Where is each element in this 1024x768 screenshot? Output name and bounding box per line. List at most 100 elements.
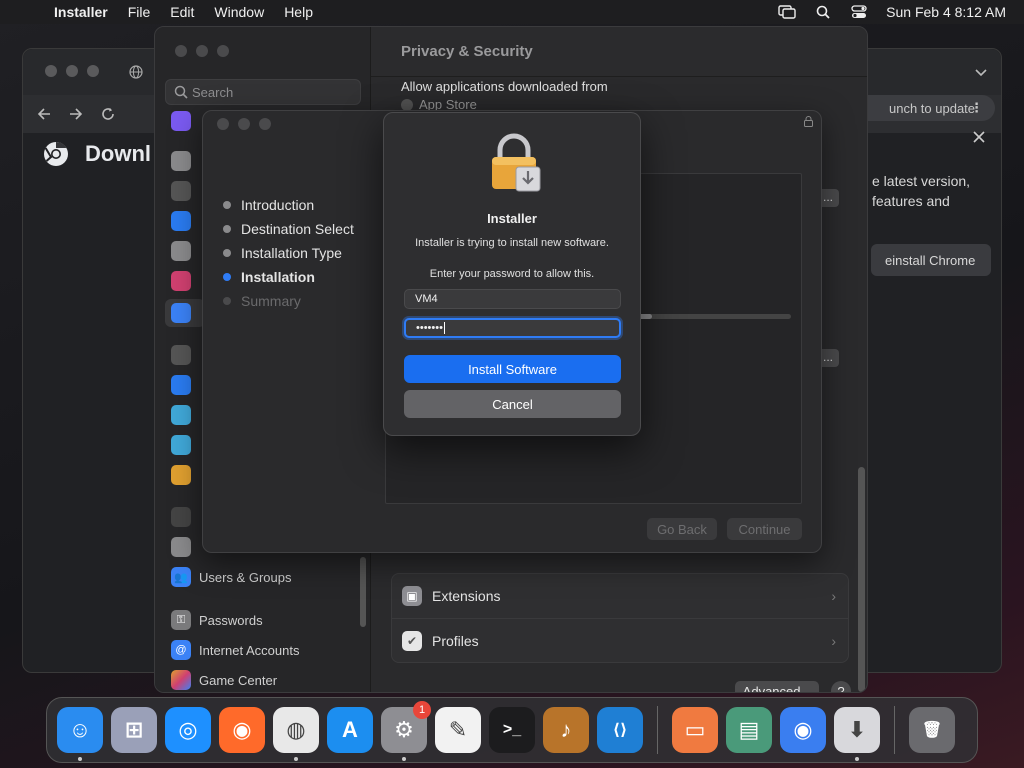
step-destination-select: Destination Select <box>223 217 354 241</box>
installer-icon[interactable]: ⬇ <box>834 707 880 761</box>
go-back-button[interactable]: Go Back <box>647 518 717 540</box>
username-field[interactable]: VM4 <box>404 289 621 309</box>
menu-bar-clock[interactable]: Sun Feb 4 8:12 AM <box>886 4 1006 20</box>
sidebar-item-game-center[interactable]: Game Center <box>171 670 277 690</box>
garageband-icon[interactable]: ♪ <box>543 707 589 753</box>
sidebar-item-partial-11[interactable] <box>171 465 191 485</box>
menu-edit[interactable]: Edit <box>170 4 194 20</box>
continue-button[interactable]: Continue <box>727 518 802 540</box>
key-icon: ⚿ <box>171 610 191 630</box>
back-arrow-icon[interactable] <box>37 107 51 121</box>
sidebar-item-partial-6[interactable] <box>171 271 191 291</box>
install-progress-bar <box>636 314 791 319</box>
sidebar-item-label: Users & Groups <box>199 569 292 585</box>
terminal-glyph: >_ <box>502 721 522 738</box>
spotlight-search-icon[interactable] <box>814 5 832 19</box>
dock-separator <box>894 706 895 754</box>
settings-search-input[interactable]: Search <box>165 79 361 105</box>
chevron-right-icon: › <box>831 632 836 649</box>
sidebar-item-passwords[interactable]: ⚿ Passwords <box>171 610 263 630</box>
close-icon[interactable] <box>973 131 985 143</box>
archive-utility-icon[interactable]: ▤ <box>726 707 772 753</box>
reinstall-chrome-button[interactable]: einstall Chrome <box>871 244 991 276</box>
at-sign-icon: @ <box>171 640 191 660</box>
step-summary: Summary <box>223 289 354 313</box>
finder-icon[interactable]: ☺ <box>57 707 103 761</box>
system-settings-icon[interactable]: ⚙ 1 <box>381 701 431 761</box>
auth-title: Installer <box>487 211 537 226</box>
tab-list-chevron-icon[interactable] <box>975 69 987 77</box>
sidebar-item-partial-4[interactable] <box>171 211 191 231</box>
launchpad-icon[interactable]: ⊞ <box>111 707 157 753</box>
reload-icon[interactable] <box>101 107 115 121</box>
vscode-icon[interactable]: ⟨⟩ <box>597 707 643 753</box>
profiles-row[interactable]: ✔ Profiles › <box>392 618 848 662</box>
sidebar-item-partial-12[interactable] <box>171 507 191 527</box>
remote-desktop-icon[interactable]: ▭ <box>672 707 718 753</box>
chevron-right-icon: › <box>831 588 836 604</box>
menu-window[interactable]: Window <box>214 4 264 20</box>
dock-trash-group: 🗑 <box>905 707 959 753</box>
sidebar-scrollbar[interactable] <box>360 557 366 627</box>
menu-help[interactable]: Help <box>284 4 313 20</box>
running-indicator <box>855 757 859 761</box>
app-store-icon[interactable]: A <box>327 707 373 753</box>
step-dot <box>223 225 231 233</box>
terminal-icon[interactable]: >_ <box>489 707 535 753</box>
menu-file[interactable]: File <box>128 4 151 20</box>
step-label: Installation <box>241 269 315 285</box>
radio-button[interactable] <box>401 98 413 111</box>
sidebar-item-partial-13[interactable] <box>171 537 191 557</box>
sidebar-item-partial-10[interactable] <box>171 435 191 455</box>
installer-traffic-lights[interactable] <box>217 118 271 130</box>
step-label: Destination Select <box>241 221 354 237</box>
extensions-label: Extensions <box>432 588 501 604</box>
settings-scrollbar[interactable] <box>858 467 865 692</box>
sidebar-item-partial-2[interactable] <box>171 151 191 171</box>
control-center-icon[interactable] <box>850 5 868 19</box>
step-dot <box>223 201 231 209</box>
textedit-glyph: ✎ <box>448 717 468 742</box>
auth-prompt: Enter your password to allow this. <box>429 268 595 280</box>
users-groups-icon: 👥 <box>171 567 191 587</box>
settings-traffic-lights[interactable] <box>175 45 229 57</box>
running-indicator <box>294 757 298 761</box>
chrome-icon[interactable]: ◍ <box>273 707 319 761</box>
chrome-traffic-lights <box>45 65 99 77</box>
sidebar-item-privacy-security[interactable] <box>165 299 205 327</box>
dock-utilities-group: ▭ ▤ ◉ ⬇ <box>668 707 884 761</box>
profiles-icon: ✔ <box>402 630 422 651</box>
chrome-glyph: ◍ <box>286 717 306 742</box>
chrome-logo-icon <box>44 142 68 166</box>
text-cursor <box>443 322 445 335</box>
sidebar-item-partial-7[interactable] <box>171 345 191 365</box>
advanced-button[interactable]: Advanced... <box>735 681 819 692</box>
password-field[interactable]: ••••••• <box>404 318 621 338</box>
sidebar-item-partial-8[interactable] <box>171 375 191 395</box>
padlock-icon <box>492 133 541 192</box>
more-options-icon[interactable]: ⋮ <box>970 100 983 116</box>
screen-recorder-icon[interactable]: ◉ <box>780 707 826 753</box>
cancel-button[interactable]: Cancel <box>404 390 621 418</box>
screen-mirroring-icon[interactable] <box>778 5 796 19</box>
sidebar-item-partial-1[interactable] <box>171 111 191 131</box>
install-software-button[interactable]: Install Software <box>404 355 621 383</box>
help-button[interactable]: ? <box>831 681 851 692</box>
safari-icon[interactable]: ◎ <box>165 707 211 753</box>
firefox-icon[interactable]: ◉ <box>219 707 265 753</box>
sidebar-item-internet-accounts[interactable]: @ Internet Accounts <box>171 640 299 660</box>
sidebar-item-partial-9[interactable] <box>171 405 191 425</box>
forward-arrow-icon[interactable] <box>69 107 83 121</box>
notification-badge: 1 <box>413 701 431 719</box>
sidebar-item-label: Game Center <box>199 672 278 688</box>
textedit-icon[interactable]: ✎ <box>435 707 481 753</box>
sidebar-item-partial-5[interactable] <box>171 241 191 261</box>
extensions-row[interactable]: ▣ Extensions › <box>392 574 848 618</box>
sidebar-item-partial-3[interactable] <box>171 181 191 201</box>
trash-icon[interactable]: 🗑 <box>909 707 955 753</box>
running-indicator <box>78 757 82 761</box>
menu-app-name[interactable]: Installer <box>54 4 108 20</box>
username-value: VM4 <box>415 293 438 305</box>
sidebar-item-users-groups[interactable]: 👥 Users & Groups <box>171 567 291 587</box>
relaunch-to-update-button[interactable]: unch to update ⋮ <box>855 95 995 121</box>
